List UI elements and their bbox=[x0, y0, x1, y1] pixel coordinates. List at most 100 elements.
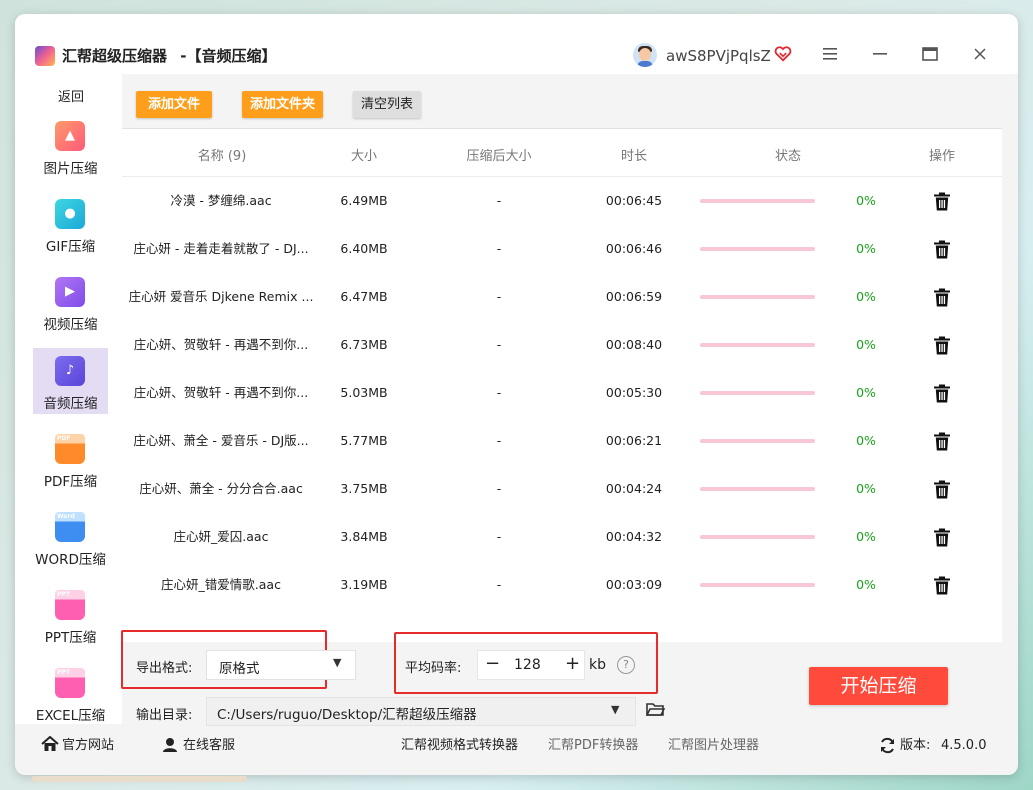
progress-percent: 0% bbox=[856, 529, 876, 544]
footer: 官方网站 在线客服 汇帮视频格式转换器 汇帮PDF转换器 汇帮图片处理器 版本:… bbox=[15, 726, 1018, 766]
bitrate-stepper[interactable]: − 128 + bbox=[477, 650, 585, 680]
username[interactable]: awS8PVjPqlsZ bbox=[666, 46, 771, 66]
table-row[interactable]: 庄心妍 - 走着走着就散了 - DJ... 6.40MB - 00:06:46 0% bbox=[122, 225, 1002, 273]
progress-percent: 0% bbox=[856, 241, 876, 256]
delete-icon[interactable] bbox=[933, 384, 951, 403]
image-processor-link[interactable]: 汇帮图片处理器 bbox=[668, 737, 759, 755]
duration: 00:08:40 bbox=[605, 337, 663, 352]
file-name: 庄心妍、萧全 - 分分合合.aac bbox=[139, 481, 303, 496]
add-file-button[interactable]: 添加文件 bbox=[136, 91, 212, 118]
folder-icon[interactable] bbox=[646, 702, 665, 717]
user-avatar[interactable] bbox=[633, 43, 657, 67]
delete-icon[interactable] bbox=[933, 192, 951, 211]
refresh-icon[interactable] bbox=[879, 737, 896, 754]
official-website-link[interactable]: 官方网站 bbox=[62, 737, 114, 755]
column-header-status: 状态 bbox=[774, 149, 801, 164]
table-row[interactable]: 庄心妍_爱囚.aac 3.84MB - 00:04:32 0% bbox=[122, 513, 1002, 561]
progress-bar bbox=[700, 535, 815, 539]
compressed-size: - bbox=[496, 481, 502, 496]
column-header-compressed-size[interactable]: 压缩后大小 bbox=[459, 145, 539, 164]
table-row[interactable]: 庄心妍 爱音乐 Djkene Remix ... 6.47MB - 00:06:59 0… bbox=[122, 273, 1002, 321]
close-icon[interactable] bbox=[968, 42, 992, 66]
delete-icon[interactable] bbox=[933, 432, 951, 451]
decrement-button[interactable]: − bbox=[485, 653, 500, 674]
file-size: 5.77MB bbox=[340, 433, 388, 448]
column-header-name[interactable]: 名称 (9) bbox=[162, 145, 282, 164]
compressed-size: - bbox=[496, 193, 502, 208]
compressed-size: - bbox=[496, 433, 502, 448]
ppt-icon: PPT bbox=[55, 590, 85, 620]
compressed-size: - bbox=[496, 529, 502, 544]
delete-icon[interactable] bbox=[933, 336, 951, 355]
sidebar-item-audio[interactable]: ♪ 音频压缩 bbox=[33, 348, 108, 414]
sidebar-item-word[interactable]: Word WORD压缩 bbox=[33, 504, 108, 570]
start-compress-button[interactable]: 开始压缩 bbox=[809, 667, 948, 705]
table-row[interactable]: 庄心妍、贺敬轩 - 再遇不到你... 6.73MB - 00:08:40 0% bbox=[122, 321, 1002, 369]
clear-list-button[interactable]: 清空列表 bbox=[353, 91, 421, 118]
table-row[interactable]: 庄心妍_错爱情歌.aac 3.19MB - 00:03:09 0% bbox=[122, 561, 1002, 609]
compressed-size: - bbox=[496, 385, 502, 400]
file-size: 6.40MB bbox=[340, 241, 388, 256]
progress-bar bbox=[700, 247, 815, 251]
file-name: 庄心妍、贺敬轩 - 再遇不到你... bbox=[133, 337, 309, 352]
table-row[interactable]: 庄心妍、贺敬轩 - 再遇不到你... 5.03MB - 00:05:30 0% bbox=[122, 369, 1002, 417]
back-link[interactable]: 返回 bbox=[15, 86, 127, 105]
pdf-converter-link[interactable]: 汇帮PDF转换器 bbox=[548, 737, 638, 755]
column-header-size[interactable]: 大小 bbox=[334, 145, 394, 164]
app-name: 汇帮超级压缩器 bbox=[62, 47, 168, 65]
sidebar-item-excel[interactable]: PPT EXCEL压缩 bbox=[33, 660, 108, 726]
output-dir-select[interactable]: C:/Users/ruguo/Desktop/汇帮超级压缩器 ▼ bbox=[206, 697, 636, 726]
progress-bar bbox=[700, 199, 815, 203]
help-icon[interactable]: ? bbox=[617, 656, 635, 674]
table-row[interactable]: 冷漠 - 梦缠绵.aac 6.49MB - 00:06:45 0% bbox=[122, 177, 1002, 225]
minimize-icon[interactable] bbox=[868, 42, 892, 66]
increment-button[interactable]: + bbox=[565, 653, 580, 674]
sidebar-item-label: 视频压缩 bbox=[43, 317, 98, 333]
support-icon[interactable] bbox=[162, 736, 178, 752]
duration: 00:03:09 bbox=[605, 577, 663, 592]
app-logo-icon bbox=[35, 46, 55, 66]
delete-icon[interactable] bbox=[933, 480, 951, 499]
maximize-icon[interactable] bbox=[918, 42, 942, 66]
file-name: 庄心妍_爱囚.aac bbox=[173, 529, 269, 544]
online-support-link[interactable]: 在线客服 bbox=[183, 737, 235, 755]
sidebar-item-image[interactable]: ▲ 图片压缩 bbox=[33, 113, 108, 179]
table-row[interactable]: 庄心妍、萧全 - 分分合合.aac 3.75MB - 00:04:24 0% bbox=[122, 465, 1002, 513]
home-icon[interactable] bbox=[41, 736, 59, 752]
compressed-size: - bbox=[496, 337, 502, 352]
delete-icon[interactable] bbox=[933, 288, 951, 307]
format-value: 原格式 bbox=[219, 661, 260, 677]
delete-icon[interactable] bbox=[933, 576, 951, 595]
delete-icon[interactable] bbox=[933, 240, 951, 259]
sidebar-item-label: 图片压缩 bbox=[43, 161, 98, 177]
duration: 00:05:30 bbox=[605, 385, 663, 400]
word-icon: Word bbox=[55, 512, 85, 542]
background-decoration bbox=[32, 776, 247, 782]
sidebar-item-video[interactable]: ▶ 视频压缩 bbox=[33, 269, 108, 335]
file-size: 3.19MB bbox=[340, 577, 388, 592]
file-name: 庄心妍、萧全 - 爱音乐 - DJ版... bbox=[133, 433, 309, 448]
menu-icon[interactable] bbox=[818, 42, 842, 66]
column-header-duration[interactable]: 时长 bbox=[604, 145, 664, 164]
table-row[interactable]: 庄心妍、萧全 - 爱音乐 - DJ版... 5.77MB - 00:06:21 0% bbox=[122, 417, 1002, 465]
version-number: 4.5.0.0 bbox=[941, 738, 987, 753]
video-icon: ▶ bbox=[55, 277, 85, 307]
add-folder-button[interactable]: 添加文件夹 bbox=[242, 91, 323, 118]
bitrate-value[interactable]: 128 bbox=[514, 657, 541, 673]
column-header-action: 操作 bbox=[928, 149, 955, 164]
bitrate-label: 平均码率: bbox=[405, 661, 462, 676]
sidebar-item-label: EXCEL压缩 bbox=[35, 708, 106, 724]
file-name: 庄心妍、贺敬轩 - 再遇不到你... bbox=[133, 385, 309, 400]
progress-percent: 0% bbox=[856, 289, 876, 304]
progress-bar bbox=[700, 439, 815, 443]
sidebar-item-ppt[interactable]: PPT PPT压缩 bbox=[33, 582, 108, 648]
video-converter-link[interactable]: 汇帮视频格式转换器 bbox=[401, 737, 518, 755]
delete-icon[interactable] bbox=[933, 528, 951, 547]
format-select[interactable]: 原格式 ▼ bbox=[206, 650, 356, 680]
sidebar-item-pdf[interactable]: PDF PDF压缩 bbox=[33, 426, 108, 492]
output-dir-label: 输出目录: bbox=[136, 708, 193, 723]
duration: 00:06:21 bbox=[605, 433, 663, 448]
vip-heart-icon[interactable] bbox=[774, 45, 792, 63]
file-name: 庄心妍 - 走着走着就散了 - DJ... bbox=[133, 241, 309, 256]
sidebar-item-gif[interactable]: ● GIF压缩 bbox=[33, 191, 108, 257]
